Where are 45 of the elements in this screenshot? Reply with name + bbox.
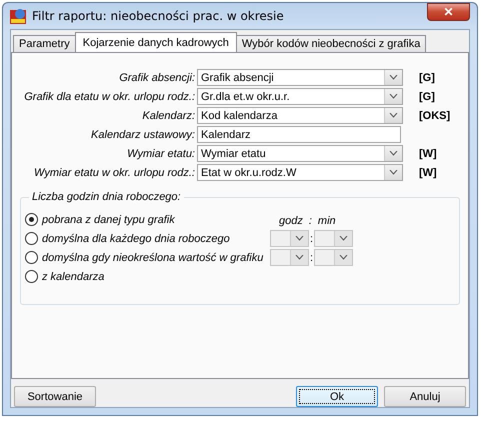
code-label: [OKS]: [418, 110, 452, 122]
caret-icon: [384, 89, 402, 104]
caret-icon: [384, 108, 402, 123]
caret-icon: [339, 236, 348, 241]
dropdown[interactable]: Wymiar etatu: [197, 145, 403, 162]
dropdown[interactable]: Kod kalendarza: [197, 107, 403, 124]
separator-label: :: [308, 215, 312, 227]
dialog-button[interactable]: Anuluj: [384, 386, 466, 407]
sort-button[interactable]: Sortowanie: [14, 386, 96, 407]
app-icon: [10, 8, 26, 24]
dropdown[interactable]: Grafik absencji: [197, 69, 403, 86]
dropdown[interactable]: Etat w okr.u.rodz.W: [197, 164, 403, 181]
input-field[interactable]: Kalendarz: [197, 126, 401, 143]
dropdown[interactable]: Gr.dla et.w okr.u.r.: [197, 88, 403, 105]
radio-option[interactable]: domyślna dla każdego dnia roboczego: [25, 232, 230, 245]
code-label: [W]: [418, 148, 438, 160]
minutes-label: min: [318, 215, 336, 227]
separator-label: :: [310, 252, 314, 264]
code-label: [G]: [418, 72, 436, 84]
caret-icon: [295, 255, 304, 260]
caret-icon: [339, 255, 348, 260]
field-label: Grafik absencji:: [118, 72, 195, 84]
field-label: Wymiar etatu w okr. urlopu rodz.:: [33, 166, 195, 178]
close-button[interactable]: ✕: [427, 3, 470, 21]
code-label: [W]: [418, 166, 438, 178]
field-label: Wymiar etatu:: [126, 148, 195, 160]
caret-icon: [384, 165, 402, 180]
hours-label: godz: [279, 215, 303, 227]
code-label: [G]: [418, 90, 436, 102]
window-title: Filtr raportu: nieobecności prac. w okresie: [32, 9, 285, 23]
separator-label: :: [310, 232, 314, 244]
tab[interactable]: Wybór kodów nieobecności z grafika: [236, 35, 426, 52]
caret-icon: [384, 146, 402, 161]
caret-icon: [295, 236, 304, 241]
radio-option[interactable]: domyślna gdy nieokreślona wartość w grafiku: [25, 251, 264, 264]
field-label: Kalendarz:: [141, 110, 195, 122]
caret-icon: [384, 70, 402, 85]
tab[interactable]: Parametry: [13, 35, 76, 52]
field-label: Kalendarz ustawowy:: [90, 128, 195, 140]
radio-option[interactable]: z kalendarza: [25, 270, 104, 283]
group-title: Liczba godzin dnia roboczego:: [29, 191, 184, 203]
field-label: Grafik dla etatu w okr. urlopu rodz.:: [23, 90, 195, 102]
radio-option[interactable]: pobrana z danej typu grafik: [25, 213, 175, 226]
tab[interactable]: Kojarzenie danych kadrowych: [74, 32, 237, 52]
dialog-button[interactable]: Ok: [296, 386, 378, 407]
